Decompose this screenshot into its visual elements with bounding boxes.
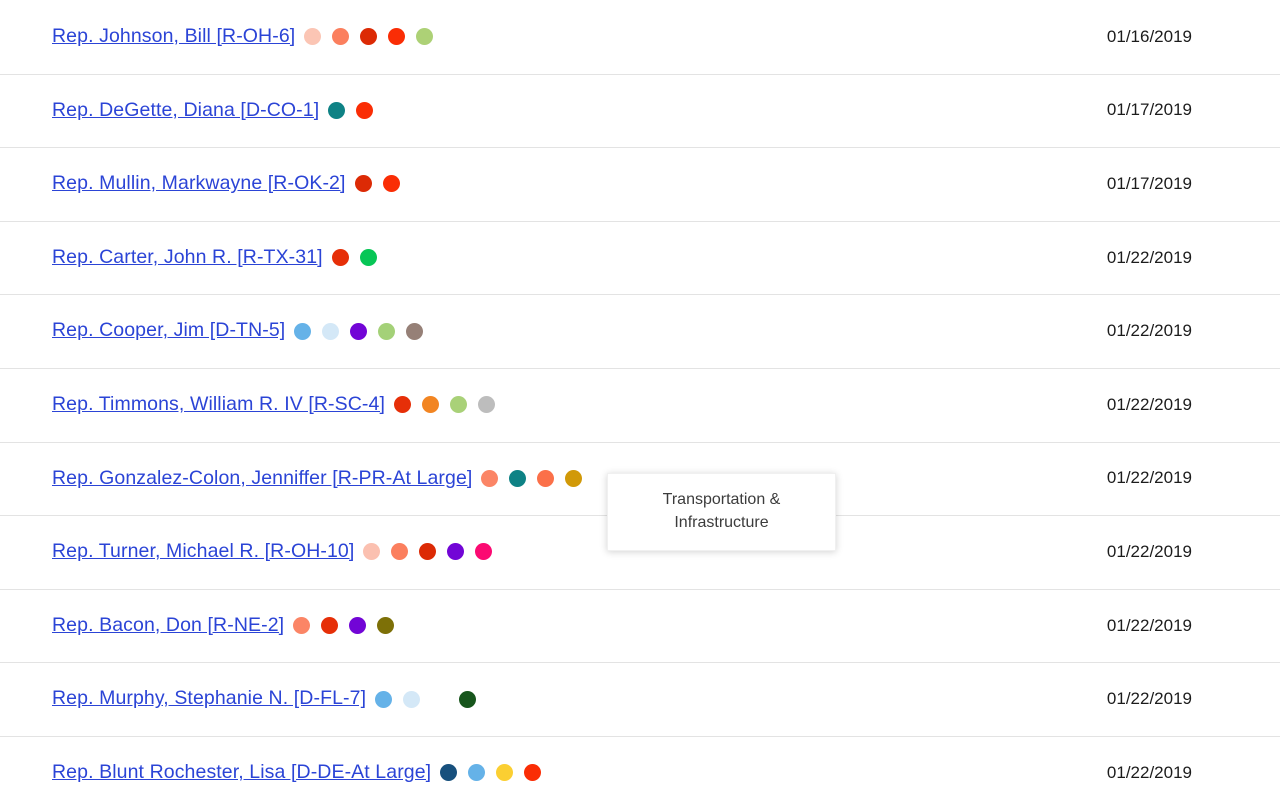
committee-dot[interactable]: [431, 691, 448, 708]
table-row: Rep. Timmons, William R. IV [R-SC-4] 01/2…: [0, 367, 1280, 442]
committee-dots: [375, 690, 477, 708]
committee-dot[interactable]: [481, 469, 499, 487]
committee-dot[interactable]: [322, 322, 340, 340]
date-cell: 01/22/2019: [1106, 541, 1192, 561]
date-cell: 01/16/2019: [1106, 26, 1192, 46]
committee-dot[interactable]: [331, 249, 349, 267]
member-link[interactable]: Rep. Mullin, Markwayne [R-OK-2]: [52, 172, 346, 195]
date-cell: 01/22/2019: [1106, 247, 1192, 267]
member-name-cell: Rep. Murphy, Stephanie N. [D-FL-7]: [52, 687, 477, 710]
committee-dot[interactable]: [332, 28, 350, 46]
committee-dot[interactable]: [294, 322, 312, 340]
committee-dot[interactable]: [440, 764, 458, 782]
committee-dot[interactable]: [349, 617, 367, 635]
date-cell: 01/22/2019: [1106, 468, 1192, 488]
member-link[interactable]: Rep. Timmons, William R. IV [R-SC-4]: [52, 393, 385, 416]
member-link[interactable]: Rep. Carter, John R. [R-TX-31]: [52, 246, 323, 269]
member-name-cell: Rep. Timmons, William R. IV [R-SC-4]: [52, 393, 495, 416]
committee-dot[interactable]: [350, 322, 368, 340]
member-name-cell: Rep. DeGette, Diana [D-CO-1]: [52, 99, 374, 122]
committee-dots: [304, 28, 434, 46]
committee-dot[interactable]: [354, 175, 372, 193]
committee-dot[interactable]: [391, 543, 409, 561]
table-row: Rep. Mullin, Markwayne [R-OK-2] 01/17/201…: [0, 147, 1280, 221]
member-link[interactable]: Rep. Cooper, Jim [D-TN-5]: [52, 319, 285, 342]
table-row: Rep. DeGette, Diana [D-CO-1] 01/17/2019: [0, 73, 1280, 148]
committee-dot[interactable]: [359, 249, 377, 267]
member-name-cell: Rep. Carter, John R. [R-TX-31]: [52, 246, 377, 269]
member-name-cell: Rep. Bacon, Don [R-NE-2]: [52, 614, 395, 637]
date-cell: 01/22/2019: [1106, 321, 1192, 341]
member-link[interactable]: Rep. Blunt Rochester, Lisa [D-DE-At Larg…: [52, 761, 431, 784]
member-link[interactable]: Rep. Bacon, Don [R-NE-2]: [52, 614, 284, 637]
committee-dot[interactable]: [360, 28, 378, 46]
committee-dot[interactable]: [509, 469, 527, 487]
date-cell: 01/17/2019: [1106, 100, 1192, 120]
committee-dot[interactable]: [447, 543, 465, 561]
table-row: Rep. Gonzalez-Colon, Jenniffer [R-PR-At …: [0, 441, 1280, 516]
table-row: Rep. Johnson, Bill [R-OH-6] 01/16/2019: [0, 0, 1280, 74]
committee-dot[interactable]: [378, 322, 396, 340]
committee-dot[interactable]: [406, 322, 424, 340]
committee-dot[interactable]: [537, 469, 555, 487]
member-name-cell: Rep. Blunt Rochester, Lisa [D-DE-At Larg…: [52, 761, 542, 784]
date-cell: 01/22/2019: [1106, 615, 1192, 635]
member-name-cell: Rep. Gonzalez-Colon, Jenniffer [R-PR-At …: [52, 467, 583, 490]
committee-dots: [293, 617, 395, 635]
committee-dot[interactable]: [475, 543, 493, 561]
committee-dot[interactable]: [421, 396, 439, 414]
member-name-cell: Rep. Johnson, Bill [R-OH-6]: [52, 25, 434, 48]
table-row: Rep. Carter, John R. [R-TX-31] 01/22/2019: [0, 220, 1280, 295]
table-row: Rep. Murphy, Stephanie N. [D-FL-7] 01/22/…: [0, 662, 1280, 736]
committee-dots: [393, 396, 495, 414]
committee-dots: [354, 175, 400, 193]
member-name-cell: Rep. Mullin, Markwayne [R-OK-2]: [52, 172, 400, 195]
table-row: Rep. Cooper, Jim [D-TN-5] 01/22/2019: [0, 294, 1280, 368]
committee-dots: [440, 764, 542, 782]
member-link[interactable]: Rep. Murphy, Stephanie N. [D-FL-7]: [52, 687, 366, 710]
committee-dot[interactable]: [375, 690, 393, 708]
table-row: Rep. Blunt Rochester, Lisa [D-DE-At Larg…: [0, 735, 1280, 800]
member-link[interactable]: Rep. DeGette, Diana [D-CO-1]: [52, 99, 319, 122]
committee-dots: [363, 543, 493, 561]
committee-dot[interactable]: [382, 175, 400, 193]
committee-dot[interactable]: [363, 543, 381, 561]
table-row: Rep. Bacon, Don [R-NE-2] 01/22/2019: [0, 588, 1280, 663]
cosponsors-table: Rep. Johnson, Bill [R-OH-6] 01/16/2019 Rep…: [0, 0, 1280, 800]
date-cell: 01/22/2019: [1106, 394, 1192, 414]
committee-dot[interactable]: [416, 28, 434, 46]
committee-dot[interactable]: [449, 396, 467, 414]
committee-dots: [328, 101, 374, 119]
member-name-cell: Rep. Turner, Michael R. [R-OH-10]: [52, 540, 493, 563]
committee-dots: [294, 322, 424, 340]
committee-dot[interactable]: [565, 469, 583, 487]
committee-dot[interactable]: [321, 617, 339, 635]
date-cell: 01/22/2019: [1106, 762, 1192, 782]
member-name-cell: Rep. Cooper, Jim [D-TN-5]: [52, 319, 424, 342]
committee-dot[interactable]: [468, 764, 486, 782]
committee-dot[interactable]: [304, 28, 322, 46]
committee-dot[interactable]: [524, 764, 542, 782]
committee-dot[interactable]: [377, 617, 395, 635]
committee-dot[interactable]: [459, 690, 477, 708]
committee-dot[interactable]: [388, 28, 406, 46]
committee-dots: [331, 249, 377, 267]
committee-dot[interactable]: [419, 543, 437, 561]
member-link[interactable]: Rep. Turner, Michael R. [R-OH-10]: [52, 540, 354, 563]
committee-dot[interactable]: [356, 101, 374, 119]
committee-dot[interactable]: [393, 396, 411, 414]
table-row: Rep. Turner, Michael R. [R-OH-10] 01/22/2…: [0, 515, 1280, 589]
date-cell: 01/22/2019: [1106, 689, 1192, 709]
committee-dot[interactable]: [403, 690, 421, 708]
date-cell: 01/17/2019: [1106, 173, 1192, 193]
committee-dot[interactable]: [293, 617, 311, 635]
committee-dots: [481, 469, 583, 487]
committee-dot[interactable]: [477, 396, 495, 414]
member-link[interactable]: Rep. Johnson, Bill [R-OH-6]: [52, 25, 295, 48]
committee-dot[interactable]: [496, 764, 514, 782]
committee-dot[interactable]: [328, 101, 346, 119]
member-link[interactable]: Rep. Gonzalez-Colon, Jenniffer [R-PR-At …: [52, 467, 472, 490]
